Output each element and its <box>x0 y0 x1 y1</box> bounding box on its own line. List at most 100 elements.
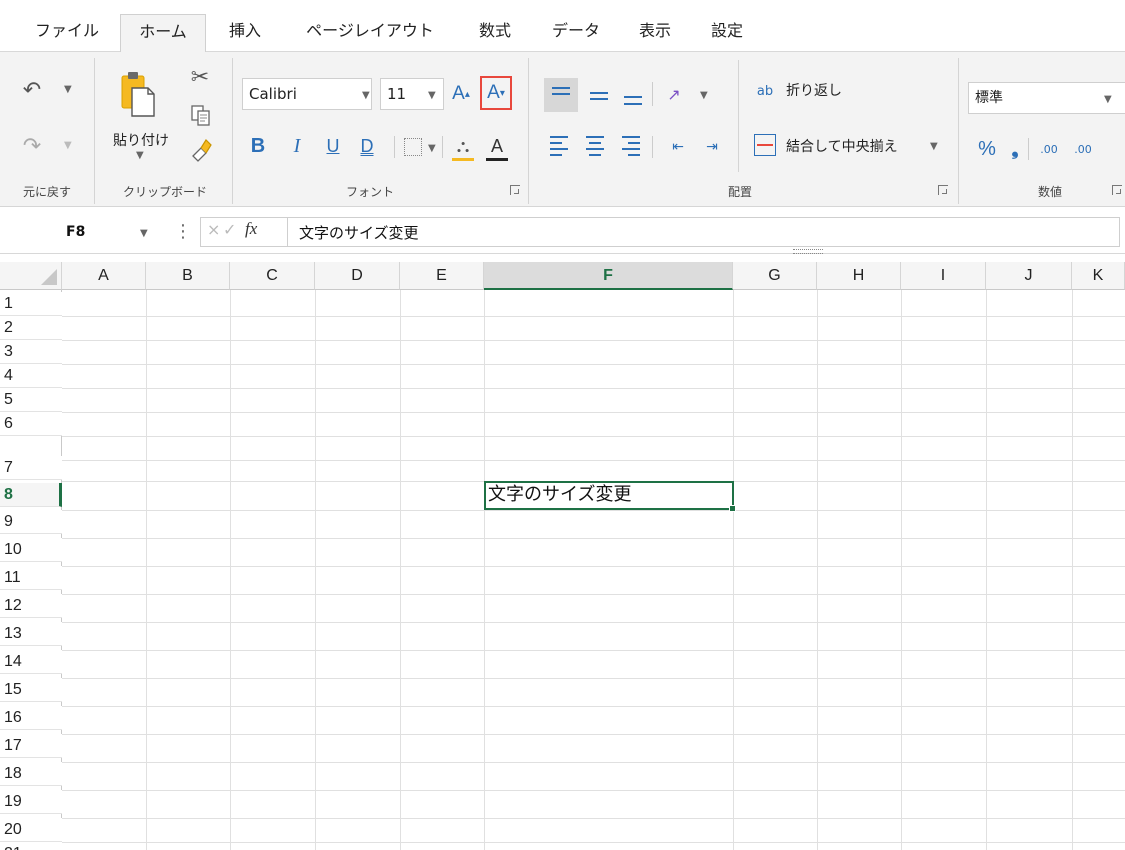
font-name-dropdown-icon[interactable]: ▼ <box>362 90 370 101</box>
redo-dropdown-icon[interactable]: ▼ <box>64 140 72 151</box>
align-right-icon[interactable] <box>620 134 644 160</box>
row-header-10[interactable]: 10 <box>0 538 62 562</box>
increase-indent-icon[interactable]: ⇥ <box>700 134 724 160</box>
paste-button[interactable]: 貼り付け <box>106 130 176 150</box>
row-header-18[interactable]: 18 <box>0 762 62 786</box>
paste-dropdown-icon[interactable]: ▼ <box>136 150 144 161</box>
font-name-select[interactable]: Calibri <box>242 78 372 110</box>
comma-style-button[interactable]: ❟ <box>1006 136 1024 162</box>
decrease-indent-icon[interactable]: ⇤ <box>666 134 690 160</box>
insert-function-button[interactable]: fx <box>245 219 257 239</box>
align-top-button[interactable] <box>544 78 578 112</box>
column-header-g[interactable]: G <box>733 262 817 290</box>
percent-button[interactable]: % <box>974 136 1000 162</box>
fill-color-icon[interactable]: ⛬ <box>450 132 476 160</box>
font-dialog-launcher-icon[interactable] <box>510 185 520 195</box>
select-all-corner[interactable] <box>0 262 62 290</box>
align-bottom-button[interactable] <box>620 78 646 112</box>
double-underline-button[interactable]: D <box>356 132 378 160</box>
text-orientation-icon[interactable]: ↗ <box>660 80 688 108</box>
row-header-19[interactable]: 19 <box>0 790 62 814</box>
formula-input[interactable]: × ✓ fx 文字のサイズ変更 <box>200 217 1120 247</box>
bold-button[interactable]: B <box>246 132 270 160</box>
shrink-font-button[interactable]: A ▾ <box>480 76 512 110</box>
confirm-icon[interactable]: ✓ <box>223 220 236 239</box>
tab-file[interactable]: ファイル <box>22 14 112 52</box>
format-painter-icon[interactable] <box>188 136 214 162</box>
borders-icon[interactable] <box>404 138 422 156</box>
tab-formulas[interactable]: 数式 <box>472 14 518 52</box>
borders-dropdown-icon[interactable]: ▼ <box>428 143 436 154</box>
name-box[interactable]: F8 <box>8 217 174 247</box>
font-color-button[interactable]: A <box>486 132 508 160</box>
font-size-dropdown-icon[interactable]: ▼ <box>428 90 436 101</box>
row-header-1[interactable]: 1 <box>0 292 62 316</box>
row-header-17[interactable]: 17 <box>0 734 62 758</box>
number-dialog-launcher-icon[interactable] <box>1112 185 1122 195</box>
column-header-e[interactable]: E <box>400 262 484 290</box>
tab-page-layout[interactable]: ページレイアウト <box>290 14 450 52</box>
column-header-d[interactable]: D <box>315 262 400 290</box>
decrease-decimal-button[interactable]: .00 <box>1068 136 1098 162</box>
cut-icon[interactable]: ✂ <box>188 64 212 90</box>
name-box-dropdown-icon[interactable]: ▼ <box>140 228 148 239</box>
align-center-icon[interactable] <box>584 134 608 160</box>
active-cell-f8[interactable]: 文字のサイズ変更 <box>484 481 734 510</box>
row-header-16[interactable]: 16 <box>0 706 62 730</box>
row-header-6[interactable]: 6 <box>0 412 62 436</box>
row-header-14[interactable]: 14 <box>0 650 62 674</box>
wrap-text-button[interactable]: 折り返し <box>786 80 842 100</box>
row-header-4[interactable]: 4 <box>0 364 62 388</box>
italic-button[interactable]: I <box>286 132 308 160</box>
tab-home[interactable]: ホーム <box>120 14 206 52</box>
row-header-8[interactable]: 8 <box>0 483 62 507</box>
number-format-dropdown-icon[interactable]: ▼ <box>1104 94 1112 105</box>
formula-bar-resize-handle[interactable] <box>793 249 823 254</box>
row-header-2[interactable]: 2 <box>0 316 62 340</box>
column-header-j[interactable]: J <box>986 262 1072 290</box>
row-header-5[interactable]: 5 <box>0 388 62 412</box>
underline-button[interactable]: U <box>322 132 344 160</box>
row-header-11[interactable]: 11 <box>0 566 62 590</box>
font-name-value: Calibri <box>249 85 297 103</box>
row-header-21[interactable]: 21 <box>0 842 62 850</box>
copy-icon[interactable] <box>190 104 212 128</box>
column-header-f[interactable]: F <box>484 262 733 290</box>
tab-insert[interactable]: 挿入 <box>222 14 268 52</box>
row-header-13[interactable]: 13 <box>0 622 62 646</box>
tab-view[interactable]: 表示 <box>632 14 678 52</box>
fill-handle[interactable] <box>729 505 736 512</box>
row-header-9[interactable]: 9 <box>0 510 62 534</box>
orientation-dropdown-icon[interactable]: ▼ <box>700 90 708 101</box>
undo-icon[interactable]: ↶ <box>18 78 46 103</box>
cancel-icon[interactable]: × <box>207 220 220 239</box>
column-header-c[interactable]: C <box>230 262 315 290</box>
column-header-h[interactable]: H <box>817 262 901 290</box>
row-header-7[interactable]: 7 <box>0 456 62 480</box>
increase-decimal-button[interactable]: .00 <box>1034 136 1064 162</box>
row-header-20[interactable]: 20 <box>0 818 62 842</box>
align-left-icon[interactable] <box>548 134 572 160</box>
formula-content: 文字のサイズ変更 <box>299 224 419 242</box>
formula-bar-grip-icon[interactable]: ⋮ <box>174 220 192 244</box>
row-header-12[interactable]: 12 <box>0 594 62 618</box>
cell-f8-value: 文字のサイズ変更 <box>488 484 632 505</box>
merge-center-button[interactable]: 結合して中央揃え <box>786 136 898 156</box>
row-header-15[interactable]: 15 <box>0 678 62 702</box>
column-header-b[interactable]: B <box>146 262 230 290</box>
group-divider <box>528 58 529 204</box>
column-header-i[interactable]: I <box>901 262 986 290</box>
tab-settings[interactable]: 設定 <box>704 14 750 52</box>
tab-data[interactable]: データ <box>545 14 607 52</box>
number-format-select[interactable]: 標準 <box>968 82 1125 114</box>
merge-dropdown-icon[interactable]: ▼ <box>930 141 938 152</box>
undo-dropdown-icon[interactable]: ▼ <box>64 84 72 95</box>
alignment-dialog-launcher-icon[interactable] <box>938 185 948 195</box>
row-header-3[interactable]: 3 <box>0 340 62 364</box>
align-middle-button[interactable] <box>586 78 612 112</box>
grow-font-button[interactable]: A ▴ <box>448 80 474 108</box>
column-header-k[interactable]: K <box>1072 262 1125 290</box>
column-header-a[interactable]: A <box>62 262 146 290</box>
paste-icon[interactable] <box>118 70 158 120</box>
redo-icon[interactable]: ↷ <box>18 134 46 159</box>
